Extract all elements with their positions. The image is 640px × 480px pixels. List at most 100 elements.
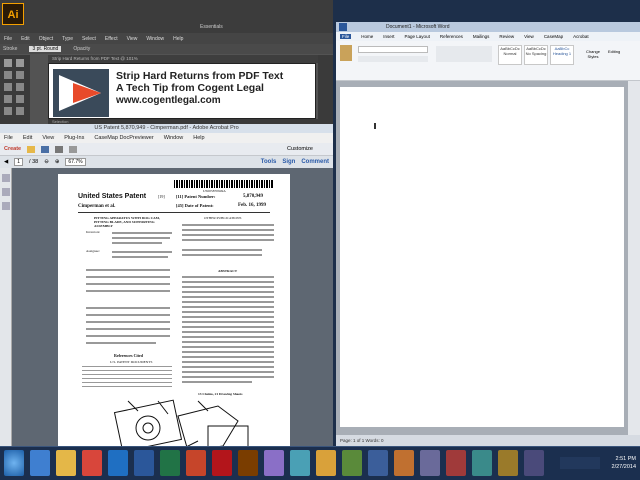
app-taskbar-icon[interactable] (264, 450, 284, 476)
word-tab-insert[interactable]: Insert (383, 34, 394, 39)
ai-menu-effect[interactable]: Effect (105, 36, 118, 42)
essentials-dropdown[interactable]: Essentials (200, 24, 223, 30)
word-tab-view[interactable]: View (524, 34, 534, 39)
powerpoint-taskbar-icon[interactable] (186, 450, 206, 476)
format-buttons[interactable] (358, 56, 428, 62)
tools-pane-button[interactable]: Tools (261, 159, 277, 165)
eyedropper-tool-icon[interactable] (16, 95, 24, 103)
app-taskbar-icon[interactable] (472, 450, 492, 476)
app-taskbar-icon[interactable] (290, 450, 310, 476)
word-tab-casemap[interactable]: CaseMap (544, 34, 563, 39)
document-view[interactable]: US005870949A United States Patent [19] C… (12, 168, 333, 446)
acro-menu-edit[interactable]: Edit (23, 135, 32, 141)
illustrator-taskbar-icon[interactable] (238, 450, 258, 476)
system-tray[interactable] (560, 457, 600, 469)
ai-menu-file[interactable]: File (4, 36, 12, 42)
vertical-scrollbar[interactable] (628, 81, 640, 436)
app-taskbar-icon[interactable] (394, 450, 414, 476)
font-controls[interactable] (358, 46, 428, 53)
text-line (112, 237, 170, 239)
save-icon[interactable] (41, 145, 50, 153)
comment-pane-button[interactable]: Comment (301, 159, 329, 165)
chrome-taskbar-icon[interactable] (82, 450, 102, 476)
ai-artboard[interactable]: Strip Hard Returns from PDF Text A Tech … (48, 63, 316, 119)
style-heading-1[interactable]: AaBbCc Heading 1 (550, 45, 574, 65)
ai-menu-object[interactable]: Object (39, 36, 53, 42)
style-normal[interactable]: AaBbCcDc Normal (498, 45, 522, 65)
clock[interactable]: 2:51 PM 2/27/2014 (612, 455, 636, 471)
start-button-icon[interactable] (4, 450, 24, 476)
word-tab-file[interactable]: File (340, 34, 352, 39)
excel-taskbar-icon[interactable] (160, 450, 180, 476)
ai-menu-view[interactable]: View (127, 36, 138, 42)
create-button[interactable]: Create (4, 146, 21, 152)
text-line (182, 341, 274, 343)
direct-selection-tool-icon[interactable] (16, 59, 24, 67)
zoom-input[interactable]: 67.7% (65, 158, 86, 166)
acro-menu-help[interactable]: Help (193, 135, 204, 141)
paste-icon[interactable] (340, 45, 352, 61)
word-tab-home[interactable]: Home (361, 34, 373, 39)
open-icon[interactable] (27, 145, 36, 153)
illustrator-right-panels[interactable] (318, 55, 333, 124)
app-taskbar-icon[interactable] (316, 450, 336, 476)
acro-menu-window[interactable]: Window (164, 135, 184, 141)
ai-menu-select[interactable]: Select (82, 36, 96, 42)
acro-menu-view[interactable]: View (42, 135, 54, 141)
pages-panel-icon[interactable] (2, 174, 10, 182)
stroke-style-dropdown[interactable]: 3 pt. Round (29, 46, 62, 52)
zoom-out-icon[interactable]: ⊖ (44, 159, 49, 165)
word-tab-acrobat[interactable]: Acrobat (573, 34, 589, 39)
word-tab-page-layout[interactable]: Page Layout (405, 34, 430, 39)
paragraph-controls[interactable] (436, 46, 492, 62)
app-taskbar-icon[interactable] (342, 450, 362, 476)
word-tab-mailings[interactable]: Mailings (473, 34, 490, 39)
word-page[interactable] (340, 87, 624, 427)
brush-tool-icon[interactable] (4, 83, 12, 91)
navigation-pane[interactable] (0, 168, 12, 446)
app-taskbar-icon[interactable] (368, 450, 388, 476)
word-taskbar-icon[interactable] (134, 450, 154, 476)
acrobat-taskbar-icon[interactable] (212, 450, 232, 476)
bookmarks-panel-icon[interactable] (2, 188, 10, 196)
attachments-panel-icon[interactable] (2, 202, 10, 210)
text-line (86, 276, 170, 278)
ai-menu-type[interactable]: Type (62, 36, 73, 42)
editing-button[interactable]: Editing (608, 49, 620, 54)
acro-menu-plugins[interactable]: Plug-Ins (64, 135, 84, 141)
app-taskbar-icon[interactable] (498, 450, 518, 476)
prev-page-icon[interactable]: ◀ (4, 159, 8, 165)
ai-logo-icon[interactable]: Ai (2, 3, 24, 25)
shape-tool-icon[interactable] (4, 95, 12, 103)
pdf-page[interactable]: US005870949A United States Patent [19] C… (58, 174, 290, 446)
word-tab-references[interactable]: References (440, 34, 463, 39)
acro-menu-file[interactable]: File (4, 135, 13, 141)
hand-tool-icon[interactable] (16, 107, 24, 115)
zoom-tool-icon[interactable] (4, 107, 12, 115)
ie-taskbar-icon[interactable] (30, 450, 50, 476)
sign-pane-button[interactable]: Sign (282, 159, 295, 165)
acro-menu-casemap[interactable]: CaseMap DocPreviewer (94, 135, 153, 141)
selection-tool-icon[interactable] (4, 59, 12, 67)
ai-menu-edit[interactable]: Edit (21, 36, 30, 42)
ai-document-tab[interactable]: Strip Hard Returns from PDF Text @ 101% (48, 55, 318, 63)
zoom-in-icon[interactable]: ⊕ (55, 159, 60, 165)
rotate-tool-icon[interactable] (16, 83, 24, 91)
type-tool-icon[interactable] (16, 71, 24, 79)
tip-url: www.cogentlegal.com (116, 95, 221, 106)
app-taskbar-icon[interactable] (420, 450, 440, 476)
ai-menu-help[interactable]: Help (173, 36, 183, 42)
customize-dropdown[interactable]: Customize (287, 146, 313, 152)
style-no-spacing[interactable]: AaBbCcDc No Spacing (524, 45, 548, 65)
outlook-taskbar-icon[interactable] (108, 450, 128, 476)
explorer-taskbar-icon[interactable] (56, 450, 76, 476)
app-taskbar-icon[interactable] (524, 450, 544, 476)
change-styles-button[interactable]: Change Styles (582, 49, 604, 59)
ai-menu-window[interactable]: Window (146, 36, 164, 42)
page-number-input[interactable]: 1 (14, 158, 24, 166)
app-taskbar-icon[interactable] (446, 450, 466, 476)
email-icon[interactable] (69, 145, 78, 153)
word-tab-review[interactable]: Review (499, 34, 514, 39)
print-icon[interactable] (55, 145, 64, 153)
pen-tool-icon[interactable] (4, 71, 12, 79)
